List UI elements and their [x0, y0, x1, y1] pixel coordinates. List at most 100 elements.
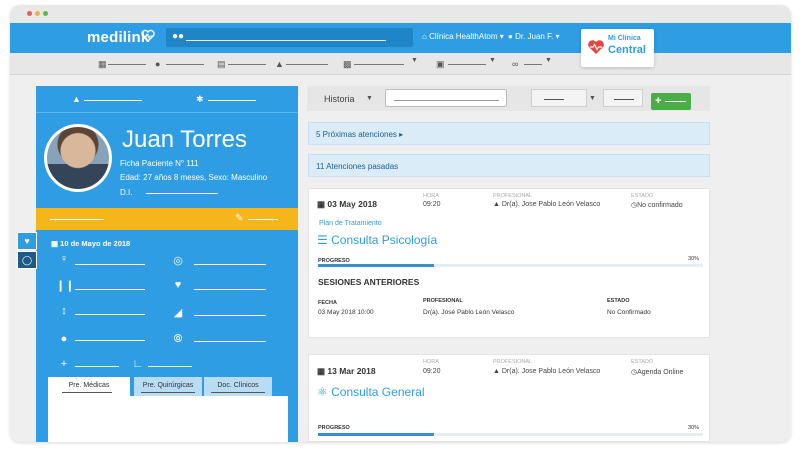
past-banner[interactable]: 11 Atenciones pasadas [308, 154, 710, 177]
stethoscope-icon: ⚛ [317, 385, 328, 399]
heart-pulse-icon [141, 29, 155, 42]
chevron-down-icon[interactable]: ▼ [589, 95, 596, 102]
user-icon[interactable]: ▲ [72, 94, 81, 104]
users-icon[interactable]: ● [155, 59, 160, 69]
hora-value: 09:20 [423, 201, 441, 208]
di-label: D.I. [120, 188, 133, 197]
edit-alert-link[interactable] [248, 219, 278, 220]
estado-label: ESTADO [631, 193, 654, 199]
gear-icon[interactable]: ✱ [196, 94, 204, 105]
add-history-button[interactable]: + [651, 93, 691, 110]
patient-search[interactable]: ●● [166, 28, 413, 47]
estado-text: Agenda Online [637, 369, 684, 376]
upcoming-text: 5 Próximas atenciones ▸ [316, 130, 404, 139]
progress-percent: 30% [687, 256, 699, 262]
progress-bar [318, 433, 703, 436]
history-search-input[interactable] [385, 89, 507, 107]
tab-config[interactable] [208, 100, 256, 101]
brand-line1: Mi Clínica [608, 35, 641, 42]
profesional-name: Dr(a). Jose Pablo León Velasco [501, 368, 601, 375]
patient-name: Juan Torres [122, 126, 247, 153]
history-select-label[interactable]: Historia [324, 94, 355, 104]
estado-label: ESTADO [631, 359, 654, 365]
toolbar-reportes[interactable] [448, 64, 486, 65]
drop-icon: ● [60, 333, 68, 345]
heart-pulse-icon[interactable]: ♥ [17, 232, 37, 250]
tab-doc-clinicos[interactable]: Doc. Clínicos [204, 377, 272, 397]
session-fecha-label: FECHA [318, 300, 337, 306]
session-profesional-label: PROFESIONAL [423, 298, 463, 304]
patient-ficha: Ficha Paciente N° 111 [120, 159, 199, 168]
alert-bar: ✎ [36, 208, 298, 230]
hora-value: 09:20 [423, 368, 441, 375]
clinical-tab-content [48, 396, 288, 442]
brand-line2: Central [608, 44, 646, 56]
upcoming-banner[interactable]: 5 Próximas atenciones ▸ [308, 122, 710, 145]
compass-icon: ⦾ [173, 333, 183, 345]
tab-underline [62, 392, 112, 393]
tab-pre-quirurgicas[interactable]: Pre. Quirúrgicas [134, 377, 202, 397]
list-icon: ☰ [317, 233, 328, 247]
appointment-title[interactable]: ☰ Consulta Psicología [317, 233, 437, 247]
profesional-name: Dr(a). Jose Pablo León Velasco [501, 201, 601, 208]
toolbar-documentos[interactable] [354, 64, 404, 65]
close-dot[interactable] [27, 11, 32, 16]
toolbar-links[interactable] [524, 64, 542, 65]
vitals-date: ▦ 10 de Mayo de 2018 [51, 239, 131, 248]
clinic-selector[interactable]: ⌂ Clínica HealthAtom ▾ [422, 32, 504, 41]
clinic-name: Clínica HealthAtom [429, 32, 498, 41]
chevron-down-icon[interactable]: ▼ [545, 57, 552, 64]
pencil-icon[interactable]: ✎ [235, 213, 243, 224]
toolbar-ventas[interactable] [228, 64, 266, 65]
appointment-date-value: 03 May 2018 [327, 199, 378, 209]
filter-select-2[interactable] [603, 89, 643, 107]
top-navbar: medilink ●● ⌂ Clínica HealthAtom ▾ ● Dr.… [10, 23, 791, 53]
heartbeat-icon: ♥ [174, 279, 182, 291]
chevron-down-icon[interactable]: ▼ [366, 95, 373, 102]
session-fecha-value: 03 May 2018 10:00 [318, 309, 374, 316]
progress-fill [318, 264, 434, 267]
heart-logo-icon [588, 40, 604, 54]
clinical-tabs: Pre. Médicas Pre. Quirúrgicas Doc. Clíni… [48, 377, 288, 397]
tooth-icon[interactable]: ◯ [17, 251, 37, 269]
chevron-down-icon[interactable]: ▼ [411, 57, 418, 64]
patient-panel: ▲ ✱ Juan Torres Ficha Paciente N° 111 Ed… [36, 86, 298, 442]
minimize-dot[interactable] [35, 11, 40, 16]
tab-underline [141, 392, 195, 393]
chart-vital-link[interactable] [148, 366, 192, 367]
vital-value [194, 315, 266, 316]
toolbar-agenda[interactable] [108, 64, 146, 65]
vital-value [75, 289, 145, 290]
module-toolbar: ▦ ● ▤ ▲ ▩ ▼ ▣ ▼ ∞ ▼ [10, 53, 791, 75]
search-input[interactable] [186, 40, 386, 41]
appointment-date: ▦ 13 Mar 2018 [317, 366, 376, 376]
user-name: Dr. Juan F. [515, 32, 554, 41]
cart-icon[interactable]: ▤ [217, 59, 226, 69]
chart-icon[interactable]: ▣ [436, 59, 445, 69]
maximize-dot[interactable] [43, 11, 48, 16]
add-vital-link[interactable] [75, 366, 119, 367]
chevron-down-icon[interactable]: ▼ [489, 57, 496, 64]
toolbar-profesionales[interactable] [286, 64, 328, 65]
vital-value [194, 341, 266, 342]
filter-select-1[interactable] [531, 89, 587, 107]
area-chart-icon: ◢ [173, 307, 183, 319]
avatar[interactable] [44, 124, 112, 192]
line-chart-icon[interactable]: ∟ [130, 358, 146, 370]
toolbar-pacientes[interactable] [166, 64, 204, 65]
user-menu[interactable]: ● Dr. Juan F. ▾ [508, 32, 560, 41]
plus-icon: + [655, 95, 662, 107]
patient-edad: Edad: 27 años 8 meses, Sexo: Masculino [120, 173, 268, 182]
calendar-icon[interactable]: ▦ [98, 59, 107, 69]
tab-datos[interactable] [84, 100, 142, 101]
profesional-label: PROFESIONAL [493, 359, 533, 365]
tab-underline [211, 392, 265, 393]
brand-badge[interactable]: Mi Clínica Central [581, 29, 654, 67]
documents-icon[interactable]: ▩ [343, 59, 352, 69]
link-icon[interactable]: ∞ [512, 59, 518, 69]
tab-pre-medicas[interactable]: Pre. Médicas [48, 377, 130, 397]
appointment-title[interactable]: ⚛ Consulta General [317, 385, 425, 399]
plus-icon[interactable]: + [56, 358, 72, 370]
window-chrome [10, 5, 791, 23]
user-md-icon[interactable]: ▲ [275, 59, 284, 69]
